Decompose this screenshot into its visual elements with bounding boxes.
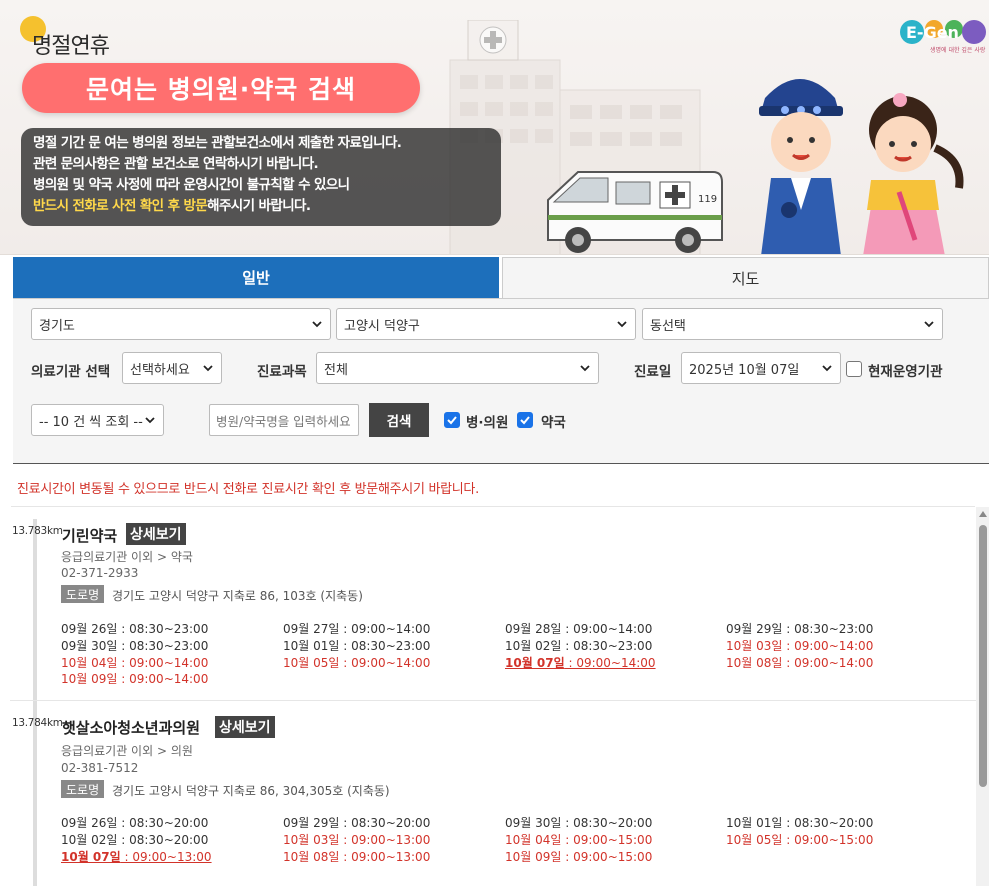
distance-label: 13.784km: [12, 717, 63, 729]
hours-item: 10월 01일 : 08:30~23:00: [283, 639, 431, 653]
date-select[interactable]: 2025년 10월 07일: [681, 352, 841, 384]
name-search-input[interactable]: 병원/약국명을 입력하세요: [209, 404, 359, 436]
pharmacy-checkbox-label: 약국: [541, 415, 566, 431]
address-tag: 도로명: [61, 780, 105, 798]
open-now-label: 현재운영기관: [868, 364, 943, 380]
notice-line-2: 관련 문의사항은 관할 보건소로 연락하시기 바랍니다.: [33, 156, 319, 172]
hours-item: 09월 27일 : 09:00~14:00: [283, 622, 431, 636]
detail-button[interactable]: 상세보기: [215, 716, 275, 738]
page-size-value: -- 10 건 씩 조회 --: [39, 414, 143, 430]
list-item: 13.784km 햇살소아청소년과의원 상세보기 응급의료기관 이외 > 의원 …: [10, 700, 976, 886]
hours-item: 10월 02일 : 08:30~23:00: [505, 639, 653, 653]
facility-address: 경기도 고양시 덕양구 지축로 86, 103호 (지축동): [112, 589, 363, 603]
chevron-down-icon: [924, 321, 934, 328]
department-select-value: 전체: [324, 362, 348, 378]
notice-line-4-rest: 해주시기 바랍니다.: [207, 198, 311, 214]
hours-item: 10월 01일 : 08:30~20:00: [726, 816, 874, 830]
date-label: 진료일: [634, 364, 672, 380]
notice-line-1: 명절 기간 문 여는 병의원 정보는 관할보건소에서 제출한 자료입니다.: [33, 135, 402, 151]
hours-item-holiday: 10월 05일 : 09:00~15:00: [726, 833, 874, 847]
facility-address: 경기도 고양시 덕양구 지축로 86, 304,305호 (지축동): [112, 784, 390, 798]
city-select[interactable]: 고양시 덕양구: [336, 308, 636, 340]
hours-item-holiday: 10월 08일 : 09:00~13:00: [283, 850, 431, 864]
banner-main-title: 문여는 병의원·약국 검색: [22, 63, 420, 113]
chevron-down-icon: [617, 321, 627, 328]
province-select-value: 경기도: [39, 318, 75, 334]
facility-name[interactable]: 기린약국: [62, 525, 117, 546]
address-tag: 도로명: [61, 585, 105, 603]
facility-phone: 02-381-7512: [61, 761, 139, 775]
notice-line-4: 반드시 전화로 사전 확인 후 방문해주시기 바랍니다.: [33, 196, 489, 217]
facility-name[interactable]: 햇살소아청소년과의원: [62, 717, 200, 738]
banner: 119 명절연휴 문여는 병의원·약국 검색 명절 기간 문 여는 병의원 정보…: [0, 0, 989, 255]
hours-item: 09월 30일 : 08:30~20:00: [505, 816, 653, 830]
hours-item: 09월 28일 : 09:00~14:00: [505, 622, 653, 636]
ambulance-119-label: 119: [698, 194, 717, 205]
pharmacy-checkbox[interactable]: [517, 412, 533, 428]
scroll-up-arrow-icon[interactable]: [979, 511, 987, 517]
logo-text: E-Gen: [906, 23, 959, 42]
hours-item: 09월 26일 : 08:30~23:00: [61, 622, 209, 636]
hours-item: 09월 30일 : 08:30~23:00: [61, 639, 209, 653]
chevron-down-icon: [203, 365, 213, 372]
distance-label: 13.783km: [12, 525, 63, 537]
logo-tagline: 생명에 대한 깊은 사랑: [930, 46, 986, 54]
chevron-down-icon: [145, 417, 155, 424]
open-now-checkbox[interactable]: [846, 361, 862, 377]
city-select-value: 고양시 덕양구: [344, 318, 420, 334]
hours-item-holiday: 10월 03일 : 09:00~13:00: [283, 833, 431, 847]
hours-item-holiday: 10월 04일 : 09:00~14:00: [61, 656, 209, 670]
hours-item-holiday: 10월 08일 : 09:00~14:00: [726, 656, 874, 670]
hospital-checkbox[interactable]: [444, 412, 460, 428]
hanbok-children-illustration: [759, 79, 964, 254]
list-item: 13.783km 기린약국 상세보기 응급의료기관 이외 > 약국 02-371…: [10, 507, 976, 700]
ambulance-illustration: 119: [547, 171, 723, 253]
checkmark-icon: [520, 416, 530, 425]
banner-notice: 명절 기간 문 여는 병의원 정보는 관할보건소에서 제출한 자료입니다. 관련…: [21, 128, 501, 226]
results-list: 13.783km 기린약국 상세보기 응급의료기관 이외 > 약국 02-371…: [10, 507, 976, 886]
facility-category: 응급의료기관 이외 > 약국: [61, 550, 193, 564]
hours-item: 10월 02일 : 08:30~20:00: [61, 833, 209, 847]
tab-general[interactable]: 일반: [13, 257, 499, 298]
hours-item-holiday: 10월 09일 : 09:00~15:00: [505, 850, 653, 864]
hours-item-holiday: 10월 05일 : 09:00~14:00: [283, 656, 431, 670]
chevron-down-icon: [312, 321, 322, 328]
scrollbar-thumb[interactable]: [979, 525, 987, 787]
egen-logo[interactable]: E-Gen 생명에 대한 깊은 사랑: [898, 14, 989, 54]
facility-select-value: 선택하세요: [130, 362, 190, 378]
notice-line-3: 병의원 및 약국 사정에 따라 운영시간이 불규칙할 수 있으니: [33, 177, 350, 193]
hours-item-selected-date: 10월 07일 : 09:00~14:00: [505, 656, 656, 670]
department-select[interactable]: 전체: [316, 352, 599, 384]
tab-map[interactable]: 지도: [502, 257, 989, 298]
banner-small-title: 명절연휴: [32, 34, 110, 59]
view-tabs: 일반 지도: [13, 257, 989, 298]
hours-item-holiday: 10월 09일 : 09:00~14:00: [61, 672, 209, 686]
search-button[interactable]: 검색: [369, 403, 429, 437]
dong-select-value: 동선택: [650, 318, 686, 334]
date-select-value: 2025년 10월 07일: [689, 362, 800, 378]
hours-item: 09월 26일 : 08:30~20:00: [61, 816, 209, 830]
facility-label: 의료기관 선택: [31, 364, 111, 380]
facility-phone: 02-371-2933: [61, 566, 139, 580]
facility-category: 응급의료기관 이외 > 의원: [61, 744, 193, 758]
hospital-checkbox-label: 병·의원: [466, 415, 509, 431]
province-select[interactable]: 경기도: [31, 308, 331, 340]
detail-button[interactable]: 상세보기: [126, 523, 186, 545]
department-label: 진료과목: [257, 364, 307, 380]
hours-item-selected-date: 10월 07일 : 09:00~13:00: [61, 850, 212, 864]
dong-select[interactable]: 동선택: [642, 308, 943, 340]
name-search-placeholder: 병원/약국명을 입력하세요: [216, 413, 351, 429]
hours-item: 09월 29일 : 08:30~20:00: [283, 816, 431, 830]
notice-highlight: 반드시 전화로 사전 확인 후 방문: [33, 198, 208, 214]
checkmark-icon: [447, 416, 457, 425]
hours-warning: 진료시간이 변동될 수 있으므로 반드시 전화로 진료시간 확인 후 방문해주시…: [17, 482, 479, 497]
page-size-select[interactable]: -- 10 건 씩 조회 --: [31, 404, 164, 436]
hours-item: 09월 29일 : 08:30~23:00: [726, 622, 874, 636]
facility-select[interactable]: 선택하세요: [122, 352, 222, 384]
hours-item-holiday: 10월 04일 : 09:00~15:00: [505, 833, 653, 847]
chevron-down-icon: [822, 365, 832, 372]
chevron-down-icon: [580, 365, 590, 372]
hours-item-holiday: 10월 03일 : 09:00~14:00: [726, 639, 874, 653]
